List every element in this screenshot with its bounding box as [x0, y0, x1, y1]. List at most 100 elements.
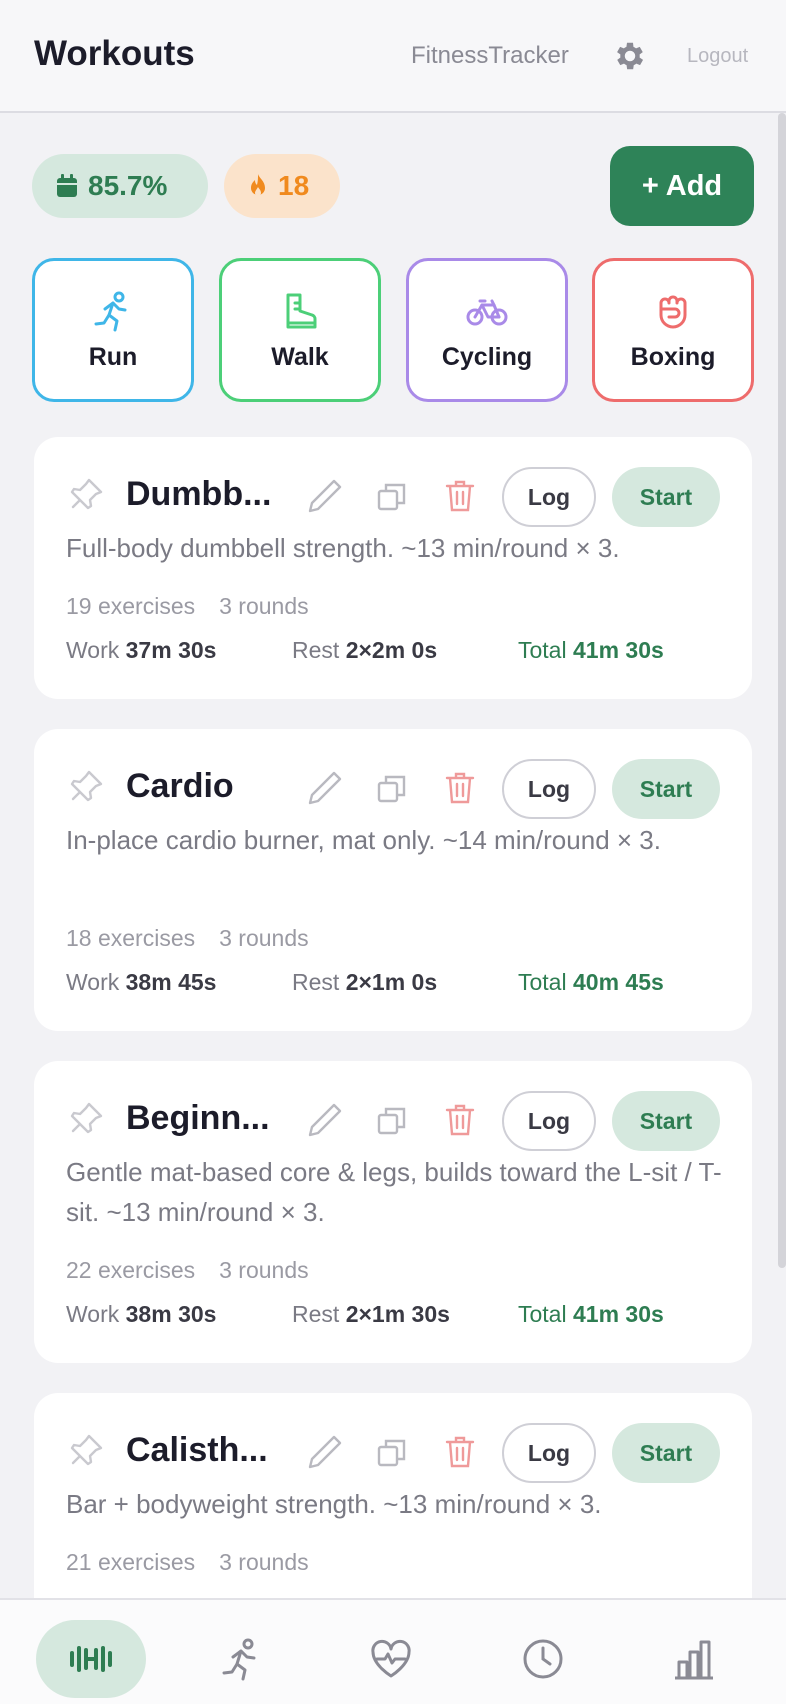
total-stat: Total 41m 30s [518, 637, 664, 663]
log-button[interactable]: Log [502, 1423, 596, 1483]
edit-pencil-icon[interactable] [306, 769, 344, 807]
workout-description: Bar + bodyweight strength. ~13 min/round… [66, 1489, 602, 1519]
workout-description: In-place cardio burner, mat only. ~14 mi… [66, 825, 661, 855]
scrollbar[interactable] [778, 113, 786, 1268]
workout-card: Dumbb... Log Start Full-body dumbbell st… [34, 437, 752, 699]
total-value: 40m 45s [572, 969, 664, 995]
log-button[interactable]: Log [502, 1091, 596, 1151]
work-value: 37m 30s [125, 637, 217, 663]
total-value: 41m 30s [572, 637, 664, 663]
start-button[interactable]: Start [612, 759, 720, 819]
pin-icon[interactable] [70, 1101, 104, 1135]
boxing-fist-icon [659, 295, 687, 328]
total-stat: Total 40m 45s [518, 969, 664, 995]
workout-meta: 21 exercises 3 rounds [66, 1549, 309, 1576]
logout-link[interactable]: Logout [687, 45, 748, 68]
exercise-count: 18 exercises [66, 925, 196, 951]
clock-icon [523, 1639, 563, 1679]
work-value: 38m 45s [125, 969, 217, 995]
streak-value: 18 [278, 170, 310, 201]
workout-description: Full-body dumbbell strength. ~13 min/rou… [66, 533, 620, 563]
rest-value: 2×2m 0s [345, 637, 438, 663]
app-header: Workouts FitnessTracker Logout [0, 0, 786, 113]
log-button[interactable]: Log [502, 467, 596, 527]
edit-pencil-icon[interactable] [306, 1101, 344, 1139]
delete-trash-icon[interactable] [444, 771, 476, 805]
category-label: Cycling [441, 342, 533, 371]
flame-icon [251, 174, 265, 196]
pin-icon[interactable] [70, 1433, 104, 1467]
rest-value: 2×1m 30s [345, 1301, 450, 1327]
log-button[interactable]: Log [502, 759, 596, 819]
workout-name: Cardio [126, 767, 234, 805]
work-stat: Work 38m 45s [66, 969, 217, 995]
edit-pencil-icon[interactable] [306, 1433, 344, 1471]
exercise-count: 19 exercises [66, 593, 196, 619]
total-value: 41m 30s [572, 1301, 664, 1327]
pin-icon[interactable] [70, 477, 104, 511]
category-run[interactable]: Run [32, 258, 194, 402]
nav-health[interactable] [336, 1620, 446, 1698]
round-count: 3 rounds [219, 1257, 309, 1283]
rest-stat: Rest 2×2m 0s [292, 637, 438, 663]
boot-icon [286, 293, 317, 328]
nav-history[interactable] [488, 1620, 598, 1698]
round-count: 3 rounds [219, 925, 309, 951]
total-stat: Total 41m 30s [518, 1301, 664, 1327]
start-button[interactable]: Start [612, 467, 720, 527]
duplicate-icon[interactable] [376, 773, 408, 805]
page-title: Workouts [34, 34, 195, 73]
workout-meta: 22 exercises 3 rounds [66, 1257, 309, 1284]
duplicate-icon[interactable] [376, 481, 408, 513]
workout-meta: 19 exercises 3 rounds [66, 593, 309, 620]
streak-badge: 18 [224, 154, 340, 218]
success-rate-value: 85.7% [88, 170, 168, 201]
round-count: 3 rounds [219, 1549, 309, 1575]
bottom-nav [0, 1598, 786, 1704]
workout-card: Calisth... Log Start Bar + bodyweight st… [34, 1393, 752, 1633]
work-value: 38m 30s [125, 1301, 217, 1327]
start-button[interactable]: Start [612, 1423, 720, 1483]
category-label: Walk [271, 342, 329, 371]
work-stat: Work 38m 30s [66, 1301, 217, 1327]
start-button[interactable]: Start [612, 1091, 720, 1151]
success-rate-badge: 85.7% [32, 154, 208, 218]
duplicate-icon[interactable] [376, 1437, 408, 1469]
work-stat: Work 37m 30s [66, 637, 217, 663]
delete-trash-icon[interactable] [444, 479, 476, 513]
dumbbell-icon [70, 1646, 112, 1672]
rest-value: 2×1m 0s [345, 969, 438, 995]
rest-stat: Rest 2×1m 0s [292, 969, 438, 995]
workout-description: Gentle mat-based core & legs, builds tow… [66, 1157, 722, 1227]
nav-workouts[interactable] [36, 1620, 146, 1698]
exercise-count: 21 exercises [66, 1549, 196, 1575]
nav-stats[interactable] [639, 1620, 749, 1698]
workout-name: Dumbb... [126, 475, 272, 513]
gear-icon[interactable] [612, 38, 648, 74]
rest-stat: Rest 2×1m 30s [292, 1301, 450, 1327]
add-workout-button[interactable]: + Add [610, 146, 754, 226]
delete-trash-icon[interactable] [444, 1103, 476, 1137]
app-brand: FitnessTracker [411, 42, 569, 69]
pin-icon[interactable] [70, 769, 104, 803]
calendar-icon [57, 174, 77, 197]
running-person-icon [94, 291, 127, 331]
category-cycling[interactable]: Cycling [406, 258, 568, 402]
category-label: Run [88, 342, 138, 371]
exercise-count: 22 exercises [66, 1257, 196, 1283]
duplicate-icon[interactable] [376, 1105, 408, 1137]
bicycle-icon [466, 299, 508, 325]
nav-activities[interactable] [187, 1620, 297, 1698]
running-person-icon [222, 1638, 256, 1681]
category-boxing[interactable]: Boxing [592, 258, 754, 402]
workout-meta: 18 exercises 3 rounds [66, 925, 309, 952]
category-walk[interactable]: Walk [219, 258, 381, 402]
workout-card: Cardio Log Start In-place cardio burner,… [34, 729, 752, 1031]
delete-trash-icon[interactable] [444, 1435, 476, 1469]
workout-name: Beginn... [126, 1099, 270, 1137]
round-count: 3 rounds [219, 593, 309, 619]
edit-pencil-icon[interactable] [306, 477, 344, 515]
heart-pulse-icon [371, 1639, 411, 1678]
workout-name: Calisth... [126, 1431, 268, 1469]
workout-card: Beginn... Log Start Gentle mat-based cor… [34, 1061, 752, 1363]
